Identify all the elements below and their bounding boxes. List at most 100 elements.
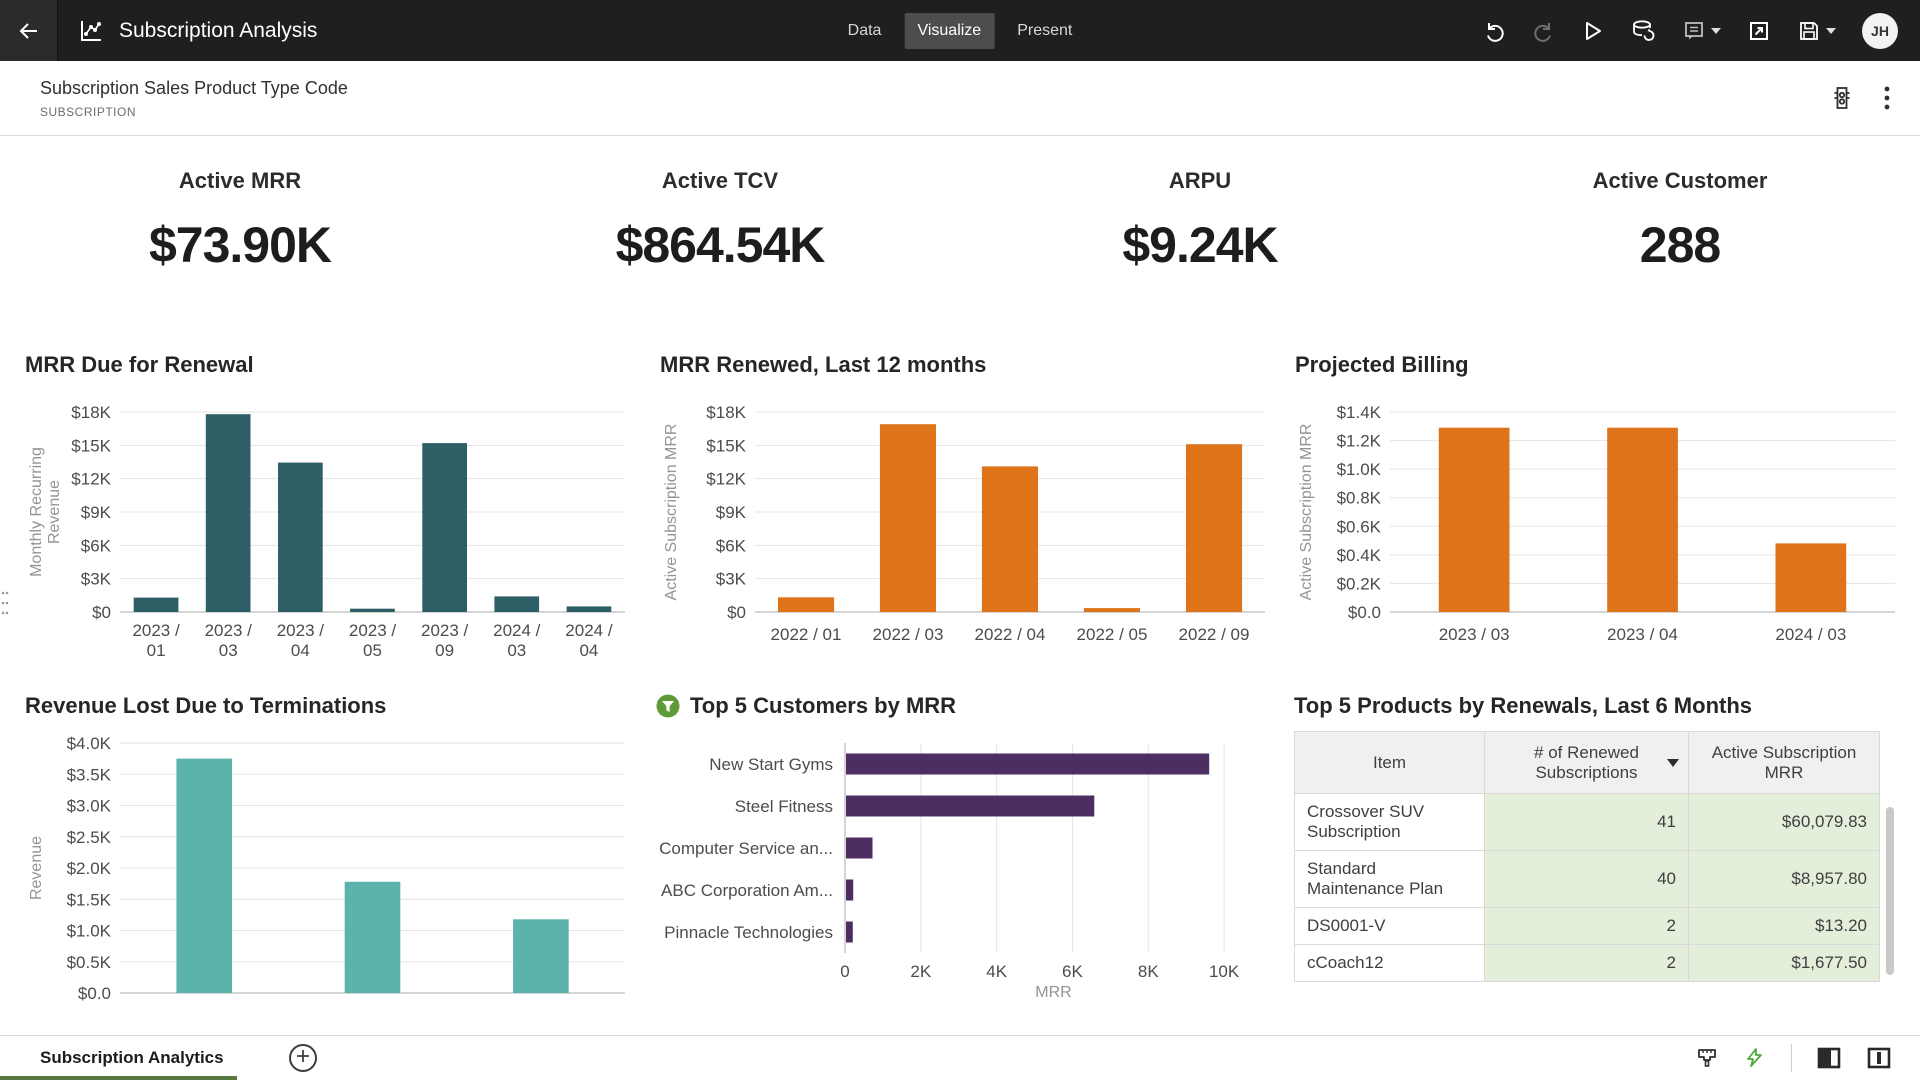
table-cell[interactable]: 2 (1485, 908, 1689, 945)
bar[interactable] (422, 443, 467, 612)
paintbrush-icon (1695, 1046, 1719, 1070)
back-arrow-icon (17, 19, 41, 43)
bar[interactable] (846, 796, 1094, 817)
bar[interactable] (176, 759, 232, 993)
x-tick-label: 2023 / (205, 621, 253, 640)
bar[interactable] (1776, 543, 1847, 612)
kpi-value: $9.24K (1122, 216, 1277, 274)
back-button[interactable] (0, 0, 58, 61)
table-header-2[interactable]: Active Subscription MRR (1689, 732, 1880, 794)
chart-title: Revenue Lost Due to Terminations (25, 691, 640, 721)
table-cell[interactable]: DS0001-V (1295, 908, 1485, 945)
bar[interactable] (134, 598, 179, 612)
canvas-style-button[interactable] (1695, 1046, 1719, 1070)
undo-button[interactable] (1482, 19, 1506, 43)
bar[interactable] (1186, 444, 1242, 612)
panel-left-icon (1816, 1046, 1842, 1070)
comments-button[interactable] (1682, 19, 1721, 43)
kpi-arpu[interactable]: ARPU $9.24K (960, 136, 1440, 336)
add-canvas-button[interactable] (289, 1044, 317, 1072)
preview-button[interactable] (1582, 19, 1604, 43)
chevron-down-icon (1711, 28, 1721, 34)
present-window-button[interactable] (1747, 19, 1771, 43)
more-options-button[interactable] (1884, 85, 1890, 111)
bar[interactable] (846, 880, 853, 901)
x-tick-label: 05 (363, 641, 382, 658)
table-cell[interactable]: Standard Maintenance Plan (1295, 851, 1485, 908)
table-cell[interactable]: Crossover SUV Subscription (1295, 794, 1485, 851)
y-tick-label: $0.8K (1337, 489, 1382, 508)
hbar-chart-top5-customers[interactable]: 02K4K6K8K10KNew Start GymsSteel FitnessC… (655, 727, 1280, 1003)
kpi-value: 288 (1640, 216, 1720, 274)
table-row[interactable]: DS0001-V2$13.20 (1295, 908, 1880, 945)
x-tick-label: 4K (986, 962, 1007, 981)
chart-title: MRR Due for Renewal (25, 350, 640, 380)
bar[interactable] (1607, 428, 1678, 612)
table-header-1[interactable]: # of Renewed Subscriptions (1485, 732, 1689, 794)
chart-card-mrr-renewed: MRR Renewed, Last 12 months $18K$15K$12K… (660, 350, 1280, 675)
table-cell[interactable]: cCoach12 (1295, 945, 1485, 982)
x-tick-label: 2024 / 03 (1775, 625, 1846, 644)
filter-chip[interactable]: Subscription Sales Product Type Code SUB… (40, 78, 348, 119)
bar-chart-mrr-renewed[interactable]: $18K$15K$12K$9K$6K$3K$02022 / 012022 / 0… (660, 386, 1280, 658)
splitter-grip[interactable] (1, 588, 9, 623)
y-tick-label: $3.0K (67, 797, 112, 816)
grid-layout-button[interactable] (1816, 1046, 1842, 1070)
limit-values-button[interactable] (1828, 84, 1856, 112)
table-row[interactable]: cCoach122$1,677.50 (1295, 945, 1880, 982)
y-axis-title: Monthly RecurringRevenue (28, 447, 63, 577)
bar[interactable] (513, 919, 569, 993)
table-cell[interactable]: 40 (1485, 851, 1689, 908)
redo-button[interactable] (1532, 19, 1556, 43)
bar[interactable] (880, 424, 936, 612)
bar[interactable] (494, 596, 539, 612)
auto-insights-button[interactable] (1743, 1046, 1767, 1070)
bar[interactable] (778, 597, 834, 612)
split-layout-button[interactable] (1866, 1046, 1892, 1070)
bar-chart-mrr-due-renewal[interactable]: $18K$15K$12K$9K$6K$3K$02023 /012023 /032… (25, 386, 640, 658)
y-tick-label: $12K (71, 470, 111, 489)
bar[interactable] (846, 922, 853, 943)
bar[interactable] (567, 606, 612, 612)
y-tick-label: $0.0 (78, 984, 111, 1003)
kpi-active-mrr[interactable]: Active MRR $73.90K (0, 136, 480, 336)
save-button[interactable] (1797, 19, 1836, 43)
chart-title: MRR Renewed, Last 12 months (660, 350, 1280, 380)
y-tick-label: $1.0K (1337, 460, 1382, 479)
bar[interactable] (345, 882, 401, 993)
table-header-0[interactable]: Item (1295, 732, 1485, 794)
kpi-active-tcv[interactable]: Active TCV $864.54K (480, 136, 960, 336)
bar[interactable] (982, 466, 1038, 612)
y-tick-label: $4.0K (67, 734, 112, 753)
bar[interactable] (1439, 428, 1510, 612)
avatar[interactable]: JH (1862, 13, 1898, 49)
table-cell[interactable]: 41 (1485, 794, 1689, 851)
bar-chart-projected-billing[interactable]: $1.4K$1.2K$1.0K$0.8K$0.6K$0.4K$0.2K$0.02… (1295, 386, 1910, 658)
table-cell[interactable]: $1,677.50 (1689, 945, 1880, 982)
kpi-active-customer[interactable]: Active Customer 288 (1440, 136, 1920, 336)
x-tick-label: 2022 / 05 (1077, 625, 1148, 644)
x-tick-label: 10K (1209, 962, 1240, 981)
table-row[interactable]: Standard Maintenance Plan40$8,957.80 (1295, 851, 1880, 908)
table-cell[interactable]: $13.20 (1689, 908, 1880, 945)
y-tick-label: $12K (706, 470, 746, 489)
bar[interactable] (206, 414, 251, 612)
table-cell[interactable]: $60,079.83 (1689, 794, 1880, 851)
bar-chart-revenue-lost[interactable]: $4.0K$3.5K$3.0K$2.5K$2.0K$1.5K$1.0K$0.5K… (25, 727, 640, 1003)
tab-present[interactable]: Present (1004, 13, 1085, 49)
table-row[interactable]: Crossover SUV Subscription41$60,079.83 (1295, 794, 1880, 851)
table-cell[interactable]: 2 (1485, 945, 1689, 982)
bar[interactable] (1084, 608, 1140, 612)
table-cell[interactable]: $8,957.80 (1689, 851, 1880, 908)
bar[interactable] (350, 609, 395, 612)
bar[interactable] (846, 838, 873, 859)
y-tick-label: $9K (81, 503, 112, 522)
bar[interactable] (846, 754, 1209, 775)
tab-visualize[interactable]: Visualize (904, 13, 994, 49)
refresh-data-button[interactable] (1630, 18, 1656, 44)
canvas-tab-subscription-analytics[interactable]: Subscription Analytics (0, 1036, 237, 1080)
bar[interactable] (278, 463, 323, 612)
y-tick-label: $3K (81, 570, 112, 589)
table-scrollbar[interactable] (1886, 807, 1894, 975)
tab-data[interactable]: Data (835, 13, 895, 49)
